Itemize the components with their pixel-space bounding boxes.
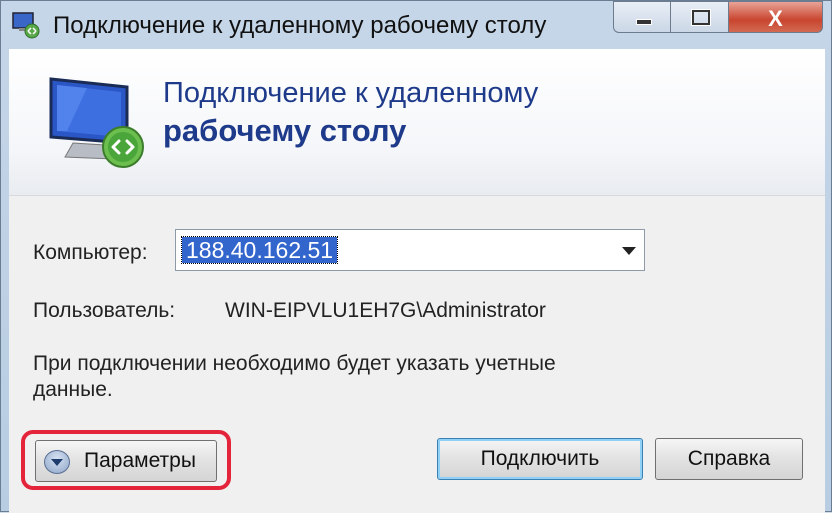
red-highlight-ring: [21, 430, 231, 490]
header-banner: Подключение к удаленному рабочему столу: [9, 49, 825, 196]
close-icon: X: [768, 6, 783, 31]
dialog-body: Подключение к удаленному рабочему столу …: [9, 49, 825, 513]
close-button[interactable]: X: [729, 1, 823, 33]
chevron-down-icon[interactable]: [622, 247, 636, 255]
credentials-note-line1: При подключении необходимо будет указать…: [33, 352, 556, 375]
remote-desktop-monitor-icon: [49, 77, 144, 168]
window-title: Подключение к удаленному рабочему столу: [53, 12, 547, 39]
remote-desktop-app-icon: [12, 12, 40, 39]
computer-combobox[interactable]: 188.40.162.51: [175, 229, 645, 271]
title-bar[interactable]: Подключение к удаленному рабочему столу …: [1, 1, 832, 51]
user-value: WIN-EIPVLU1EH7G\Administrator: [225, 299, 546, 322]
banner-title-line2: рабочему столу: [163, 113, 407, 148]
connect-button[interactable]: Подключить: [437, 438, 643, 480]
user-label: Пользователь:: [33, 299, 176, 322]
maximize-button[interactable]: [671, 1, 729, 33]
computer-value[interactable]: 188.40.162.51: [180, 236, 339, 264]
minimize-button[interactable]: [613, 1, 671, 33]
help-button[interactable]: Справка: [655, 438, 803, 480]
banner-title-line1: Подключение к удаленному: [163, 77, 539, 109]
credentials-note-line2: данные.: [33, 378, 113, 401]
computer-label: Компьютер:: [33, 241, 148, 264]
rdp-window: Подключение к удаленному рабочему столу …: [0, 0, 832, 513]
maximize-icon: [692, 10, 710, 25]
minimize-icon: [636, 19, 652, 25]
